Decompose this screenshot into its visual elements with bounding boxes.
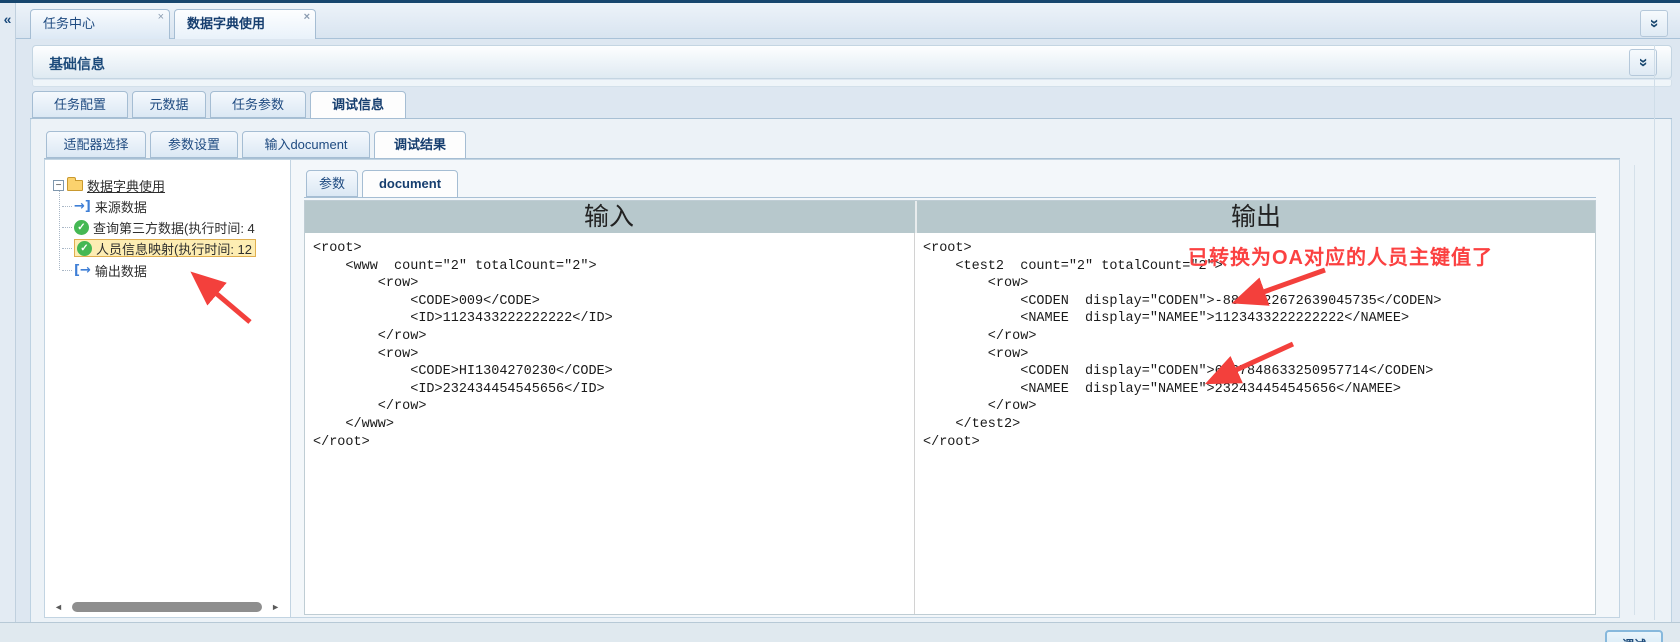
tab-debug-result[interactable]: 调试结果: [374, 131, 466, 159]
tab-task-center[interactable]: 任务中心 ×: [30, 9, 170, 39]
basic-info-title: 基础信息: [49, 56, 105, 72]
close-icon[interactable]: ×: [304, 12, 310, 23]
tab-debug-result-label: 调试结果: [393, 137, 446, 152]
tab-task-center-label: 任务中心: [43, 16, 96, 31]
tree-node-source-data[interactable]: →] 来源数据: [62, 197, 147, 217]
tabbar-collapse-button[interactable]: »: [1640, 10, 1668, 37]
input-column-header: 输入: [583, 203, 634, 231]
io-table-header: 输入 输出: [305, 201, 1595, 233]
success-check-icon: ✓: [74, 220, 89, 235]
tree-connector: [62, 227, 72, 228]
output-column-header: 输出: [915, 201, 1595, 233]
tree-node-label: 人员信息映射(执行时间: 12: [96, 242, 253, 257]
tab-task-params-label: 任务参数: [231, 97, 284, 112]
folder-icon: [67, 177, 83, 191]
tree-connector: [62, 248, 72, 249]
west-collapse-strip: «: [0, 3, 16, 642]
basic-info-collapsed-body: [32, 80, 1672, 87]
tab-input-document[interactable]: 输入document: [242, 131, 370, 158]
tree-node-person-mapping[interactable]: ✓ 人员信息映射(执行时间: 12: [62, 238, 257, 259]
red-arrow-to-second-coden: [1204, 341, 1295, 385]
tab-task-params[interactable]: 任务参数: [210, 91, 306, 118]
close-icon[interactable]: ×: [158, 12, 164, 23]
tab-params[interactable]: 参数: [306, 170, 358, 197]
panel-border-line: [1634, 165, 1635, 615]
collapse-left-icon[interactable]: «: [0, 11, 15, 27]
tree-node-query-thirdparty[interactable]: ✓ 查询第三方数据(执行时间: 4: [62, 218, 255, 238]
tree-connector: [62, 270, 72, 271]
tree-node-label: 来源数据: [94, 200, 147, 215]
tab-params-label: 参数: [318, 176, 345, 191]
column-divider: [914, 233, 915, 614]
input-xml-content: <root> <www count="2" totalCount="2"> <r…: [313, 241, 613, 450]
chevron-double-down-icon: »: [1634, 58, 1652, 67]
debug-button[interactable]: 调试: [1605, 630, 1663, 642]
success-check-icon: ✓: [77, 241, 92, 256]
red-arrow-to-first-coden: [1231, 267, 1326, 306]
selected-tree-node[interactable]: ✓ 人员信息映射(执行时间: 12: [74, 238, 257, 257]
tab-param-settings[interactable]: 参数设置: [150, 131, 238, 158]
tree-node-root[interactable]: − 数据字典使用: [53, 176, 165, 196]
red-arrow-annotation: [190, 271, 252, 324]
tab-task-config[interactable]: 任务配置: [32, 91, 128, 118]
basic-info-collapse-button[interactable]: »: [1629, 49, 1657, 76]
footer-toolbar: [0, 622, 1680, 642]
tab-adapter-select[interactable]: 适配器选择: [46, 131, 146, 158]
main-tab-strip: 任务配置 元数据 任务参数 调试信息: [30, 91, 1672, 119]
debug-sub-tab-strip: 适配器选择 参数设置 输入document 调试结果: [44, 131, 1620, 159]
tab-metadata[interactable]: 元数据: [132, 91, 206, 118]
top-tab-bar: 任务中心 × 数据字典使用 × »: [16, 3, 1680, 39]
scrollbar-thumb[interactable]: [72, 602, 262, 612]
tab-data-dictionary-label: 数据字典使用: [187, 16, 266, 31]
result-tab-strip: 参数 document: [304, 170, 1596, 198]
scroll-left-icon[interactable]: ◄: [54, 602, 63, 612]
output-xml-content: <root> <test2 count="2" totalCount="2"> …: [923, 241, 1442, 450]
chevron-double-down-icon: »: [1645, 19, 1663, 28]
tree-node-label: 查询第三方数据(执行时间: 4: [93, 221, 255, 236]
tab-param-settings-label: 参数设置: [167, 137, 220, 152]
tree-connector: [62, 206, 72, 207]
tab-debug-info-label: 调试信息: [331, 97, 384, 112]
tree-hscrollbar[interactable]: ◄ ►: [50, 600, 284, 614]
scroll-right-icon[interactable]: ►: [271, 602, 280, 612]
tab-input-document-label: 输入document: [264, 137, 348, 152]
basic-info-panel-header[interactable]: 基础信息 »: [32, 45, 1672, 79]
tab-task-config-label: 任务配置: [53, 97, 106, 112]
tab-debug-info[interactable]: 调试信息: [310, 91, 406, 119]
tree-node-label: 输出数据: [94, 264, 147, 279]
panel-border-line: [1654, 45, 1655, 620]
arrow-into-bracket-icon: →]: [74, 199, 91, 214]
tab-document[interactable]: document: [362, 170, 458, 198]
tab-metadata-label: 元数据: [149, 97, 189, 112]
tree-collapse-icon[interactable]: −: [53, 180, 64, 191]
tab-data-dictionary[interactable]: 数据字典使用 ×: [174, 9, 316, 39]
tab-document-label: document: [378, 176, 442, 191]
arrow-out-of-bracket-icon: [→: [74, 263, 91, 278]
tab-adapter-select-label: 适配器选择: [63, 137, 129, 152]
tree-root-label: 数据字典使用: [87, 179, 166, 194]
tree-node-output-data[interactable]: [→ 输出数据: [62, 261, 147, 281]
tree-connector-line: [59, 190, 60, 270]
